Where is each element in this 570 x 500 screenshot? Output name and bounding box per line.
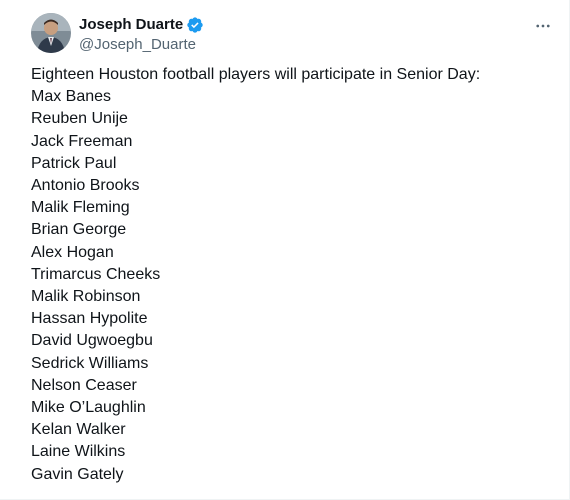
list-item: Gavin Gately <box>31 465 124 483</box>
list-item: Kelan Walker <box>31 421 126 439</box>
verified-badge-icon <box>186 16 204 34</box>
author-identity: Joseph Duarte @Joseph_Duarte <box>79 15 204 55</box>
list-item: Reuben Unije <box>31 110 128 128</box>
list-item: David Ugwoegbu <box>31 332 153 350</box>
tweet-header: Joseph Duarte @Joseph_Duarte <box>31 13 204 55</box>
name-row: Joseph Duarte <box>79 15 204 35</box>
list-item: Mike O’Laughlin <box>31 399 146 417</box>
list-item: Patrick Paul <box>31 154 117 172</box>
list-item: Brian George <box>31 221 127 239</box>
avatar-image <box>31 13 71 53</box>
tweet-intro: Eighteen Houston football players will p… <box>31 66 481 83</box>
tweet-card: Joseph Duarte @Joseph_Duarte Eighteen Ho… <box>0 0 570 500</box>
list-item: Malik Robinson <box>31 288 141 306</box>
list-item: Hassan Hypolite <box>31 310 148 328</box>
more-horizontal-icon[interactable] <box>533 16 553 36</box>
list-item: Trimarcus Cheeks <box>31 265 161 283</box>
list-item: Max Banes <box>31 88 112 106</box>
list-item: Antonio Brooks <box>31 177 140 195</box>
tweet-text: Eighteen Houston football players will p… <box>31 64 551 486</box>
list-item: Malik Fleming <box>31 199 130 217</box>
list-item: Nelson Ceaser <box>31 376 137 394</box>
list-item: Jack Freeman <box>31 132 133 150</box>
avatar[interactable] <box>31 13 71 53</box>
list-item: Laine Wilkins <box>31 443 126 461</box>
list-item: Alex Hogan <box>31 243 114 261</box>
list-item: Sedrick Williams <box>31 354 149 372</box>
author-handle[interactable]: @Joseph_Duarte <box>79 35 204 55</box>
player-list: Max Banes Reuben Unije Jack Freeman Patr… <box>31 86 551 486</box>
author-display-name[interactable]: Joseph Duarte <box>79 15 183 35</box>
